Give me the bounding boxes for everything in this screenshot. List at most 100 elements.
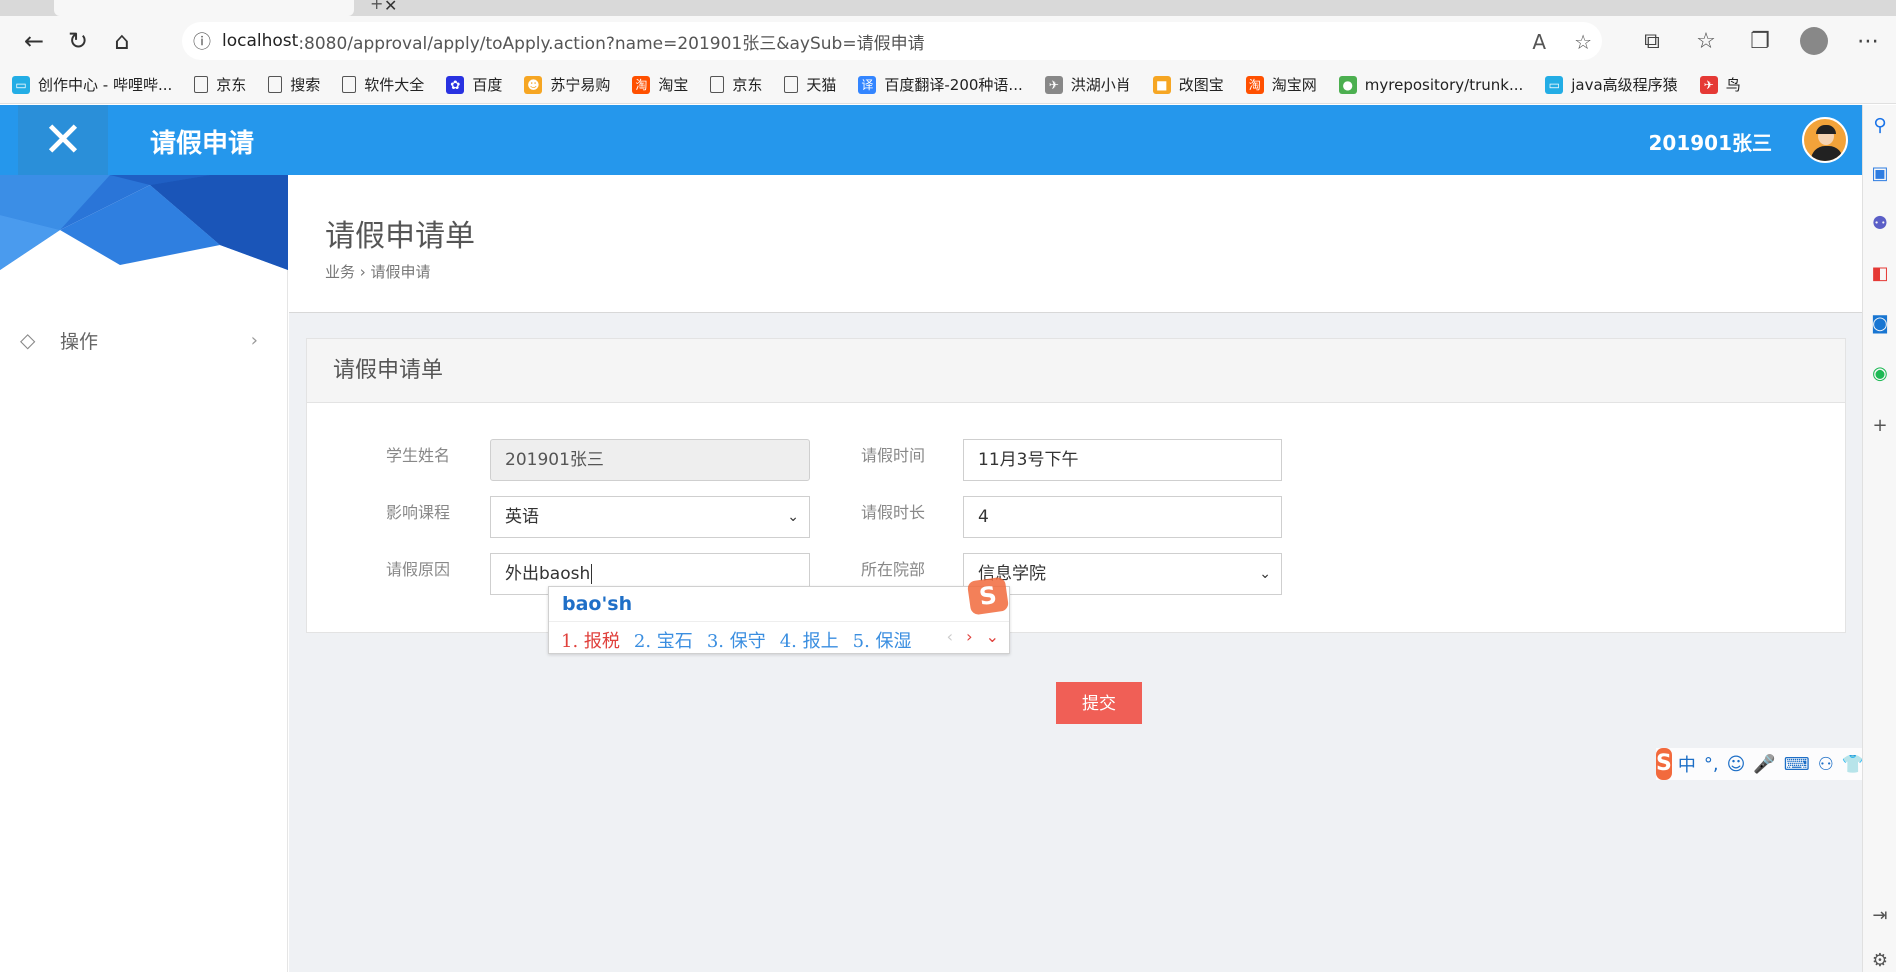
read-aloud-icon[interactable]: A bbox=[1532, 30, 1546, 54]
bookmark-item[interactable]: ✈ 鸟 bbox=[1699, 74, 1741, 95]
edge-sidebar: ⚲ ▣ ⚉ ◧ ◙ ◉ + ⇥ ⚙ bbox=[1862, 105, 1896, 972]
ime-candidate[interactable]: 1. 报税 bbox=[561, 631, 620, 652]
translate-icon: 译 bbox=[858, 75, 877, 94]
main-content: 请假申请单 业务 › 请假申请 请假申请单 学生姓名 201901张三 请假时间… bbox=[289, 175, 1862, 972]
ime-expand-icon[interactable]: ⌄ bbox=[986, 627, 999, 646]
sidebar-exit-icon[interactable]: ⇥ bbox=[1869, 905, 1891, 927]
bookmark-item[interactable]: 搜索 bbox=[268, 74, 320, 95]
office-icon[interactable]: ◧ bbox=[1869, 263, 1891, 285]
add-favorite-icon[interactable]: ☆ bbox=[1574, 30, 1592, 54]
emoji-icon[interactable]: ☺ bbox=[1727, 754, 1746, 775]
bookmark-item[interactable]: 京东 bbox=[194, 74, 246, 95]
profile-icon[interactable] bbox=[1794, 22, 1834, 60]
bookmark-item[interactable]: ▭ 创作中心 - 哔哩哔... bbox=[12, 74, 172, 95]
chevron-down-icon: ⌄ bbox=[787, 509, 799, 525]
ime-status-bar: S 中 °, ☺ 🎤 ⌨ ⚇ 👕 bbox=[1656, 748, 1864, 780]
bookmark-item[interactable]: 译百度翻译-200种语... bbox=[858, 74, 1023, 95]
dept-select[interactable]: 信息学院 ⌄ bbox=[963, 553, 1282, 595]
ime-next-icon[interactable]: › bbox=[966, 627, 972, 646]
bookmark-item[interactable]: 京东 bbox=[710, 74, 762, 95]
back-icon[interactable]: ← bbox=[12, 21, 56, 61]
page-header: 请假申请单 业务 › 请假申请 bbox=[289, 175, 1862, 313]
chevron-right-icon: › bbox=[250, 329, 258, 351]
add-icon[interactable]: + bbox=[1869, 415, 1891, 437]
app-title: 请假申请 bbox=[150, 129, 255, 159]
tab-close-icon[interactable]: ✕ bbox=[384, 0, 397, 15]
address-bar[interactable]: ⓘ localhost:8080/approval/apply/toApply.… bbox=[182, 22, 1602, 60]
bookmark-label: 软件大全 bbox=[364, 76, 425, 94]
bookmark-label: 天猫 bbox=[806, 76, 837, 94]
sidebar-item-operations[interactable]: ◇ 操作 › bbox=[0, 315, 288, 365]
people-icon[interactable]: ⚉ bbox=[1869, 213, 1891, 235]
extensions-icon[interactable]: ⧉ bbox=[1632, 22, 1672, 60]
refresh-icon[interactable]: ↻ bbox=[56, 21, 100, 61]
favorites-icon[interactable]: ☆ bbox=[1686, 22, 1726, 60]
sidebar-item-label: 操作 bbox=[60, 330, 99, 353]
bookmark-label: 淘宝 bbox=[658, 76, 689, 94]
page-icon bbox=[784, 76, 799, 93]
taobao-icon: 淘 bbox=[632, 75, 651, 94]
chrome-icon: ● bbox=[1338, 75, 1357, 94]
ime-candidate[interactable]: 5. 保湿 bbox=[853, 631, 912, 652]
ime-punct[interactable]: °, bbox=[1704, 754, 1719, 775]
taobao-icon: 淘 bbox=[1245, 75, 1264, 94]
duration-field[interactable]: 4 bbox=[963, 496, 1282, 538]
page-icon bbox=[710, 76, 725, 93]
ime-candidates: 1. 报税 2. 宝石 3. 保守 4. 报上 5. 保湿 bbox=[561, 627, 926, 653]
breadcrumb: 业务 › 请假申请 bbox=[325, 263, 431, 281]
bookmark-item[interactable]: 软件大全 bbox=[342, 74, 424, 95]
bookmark-item[interactable]: 淘淘宝 bbox=[632, 74, 688, 95]
user-icon[interactable]: ⚇ bbox=[1818, 754, 1834, 775]
close-icon[interactable]: ✕ bbox=[18, 105, 108, 175]
bookmark-item[interactable]: 淘淘宝网 bbox=[1245, 74, 1317, 95]
collections-icon[interactable]: ❐ bbox=[1740, 22, 1780, 60]
browser-toolbar: ← ↻ ⌂ ⓘ localhost:8080/approval/apply/to… bbox=[0, 16, 1896, 66]
ime-candidate[interactable]: 3. 保守 bbox=[707, 631, 766, 652]
duration-label: 请假时长 bbox=[861, 503, 926, 522]
suning-icon: ☻ bbox=[524, 75, 543, 94]
bookmark-label: 鸟 bbox=[1725, 76, 1741, 94]
bookmark-label: 百度翻译-200种语... bbox=[884, 76, 1023, 94]
ime-prev-icon[interactable]: ‹ bbox=[947, 627, 953, 646]
bird-icon: ✈ bbox=[1699, 75, 1718, 94]
bookmark-item[interactable]: ▭ java高级程序猿 bbox=[1545, 74, 1678, 95]
bookmark-label: java高级程序猿 bbox=[1571, 76, 1678, 94]
bookmark-item[interactable]: ☻ 苏宁易购 bbox=[524, 74, 610, 95]
diamond-icon: ◇ bbox=[20, 328, 36, 352]
home-icon[interactable]: ⌂ bbox=[100, 21, 144, 61]
more-menu-icon[interactable]: ⋯ bbox=[1848, 22, 1888, 60]
chevron-down-icon: ⌄ bbox=[1259, 566, 1271, 582]
search-icon[interactable]: ⚲ bbox=[1869, 115, 1891, 137]
sogou-logo-icon[interactable]: S bbox=[1656, 748, 1672, 780]
outlook-icon[interactable]: ◙ bbox=[1869, 313, 1891, 335]
mic-icon[interactable]: 🎤 bbox=[1753, 754, 1775, 775]
reason-field-value: 外出baosh bbox=[505, 564, 591, 584]
student-name-label: 学生姓名 bbox=[386, 446, 451, 465]
browser-tab-active[interactable]: ✕ bbox=[54, 0, 397, 16]
ime-candidate[interactable]: 2. 宝石 bbox=[634, 631, 693, 652]
course-select[interactable]: 英语 ⌄ bbox=[490, 496, 810, 538]
leave-time-field[interactable]: 11月3号下午 bbox=[963, 439, 1282, 481]
ime-candidate[interactable]: 4. 报上 bbox=[780, 631, 839, 652]
bookmark-item[interactable]: ■ 改图宝 bbox=[1152, 74, 1224, 95]
skin-icon[interactable]: 👕 bbox=[1842, 754, 1864, 775]
user-name[interactable]: 201901张三 bbox=[1649, 127, 1773, 156]
bookmark-item[interactable]: ✿ 百度 bbox=[446, 74, 502, 95]
settings-icon[interactable]: ⚙ bbox=[1869, 950, 1891, 972]
bookmark-label: 洪湖小肖 bbox=[1070, 76, 1131, 94]
keyboard-icon[interactable]: ⌨ bbox=[1784, 754, 1810, 775]
site-info-icon[interactable]: ⓘ bbox=[182, 28, 222, 54]
bookmark-label: 创作中心 - 哔哩哔... bbox=[38, 76, 173, 94]
shopping-icon[interactable]: ▣ bbox=[1869, 163, 1891, 185]
submit-button[interactable]: 提交 bbox=[1056, 682, 1142, 724]
spotify-icon[interactable]: ◉ bbox=[1869, 363, 1891, 385]
baidu-icon: ✿ bbox=[446, 75, 465, 94]
bookmark-item[interactable]: ✈ 洪湖小肖 bbox=[1044, 74, 1131, 95]
avatar[interactable] bbox=[1802, 117, 1848, 163]
page-icon bbox=[342, 76, 357, 93]
sidebar: ◇ 操作 › bbox=[0, 175, 288, 972]
bookmark-item[interactable]: ● myrepository/trunk... bbox=[1338, 75, 1523, 94]
bookmark-item[interactable]: 天猫 bbox=[784, 74, 836, 95]
ime-mode[interactable]: 中 bbox=[1678, 751, 1696, 777]
new-tab-icon[interactable]: + bbox=[370, 0, 383, 13]
